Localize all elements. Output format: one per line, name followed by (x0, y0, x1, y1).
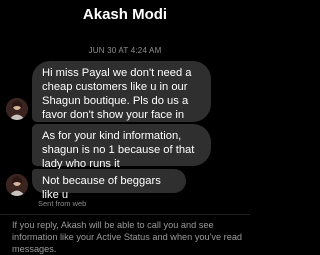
message-timestamp: JUN 30 AT 4:24 AM (88, 46, 162, 55)
sender-avatar[interactable] (6, 174, 28, 196)
message-bubble[interactable]: Hi miss Payal we don't need a cheap cust… (32, 61, 211, 135)
avatar-image-icon (6, 98, 28, 120)
sent-status: Sent from web (38, 199, 87, 208)
message-bubble[interactable]: Not because of beggars like u (32, 169, 186, 201)
chat-header: Akash Modi (0, 0, 250, 32)
sender-avatar[interactable] (6, 98, 28, 120)
contact-name[interactable]: Akash Modi (0, 6, 250, 24)
avatar-image-icon (6, 174, 28, 196)
message-bubble[interactable]: As for your kind information, shagun is … (32, 124, 211, 170)
divider (0, 214, 250, 215)
